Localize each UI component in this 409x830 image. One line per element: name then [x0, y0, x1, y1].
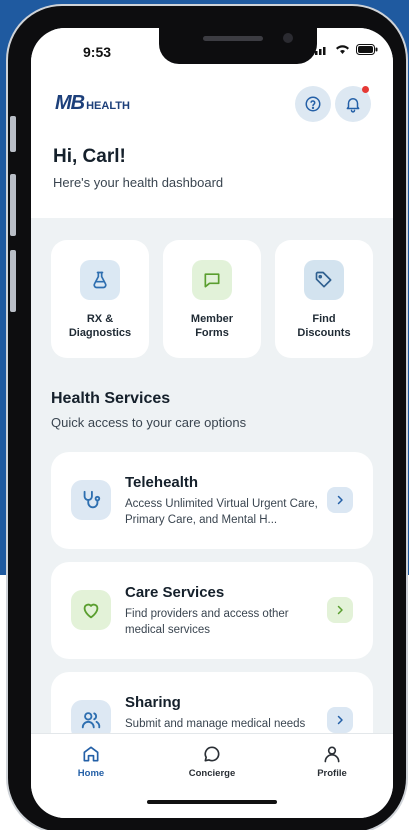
quick-action-label-line: Member [190, 313, 234, 325]
help-button[interactable] [295, 86, 331, 122]
home-indicator [147, 800, 277, 804]
notification-badge [362, 86, 369, 93]
section-subtitle: Quick access to your care options [51, 415, 247, 430]
battery-icon [356, 44, 378, 55]
notifications-button[interactable] [335, 86, 371, 122]
service-title: Sharing [125, 694, 181, 711]
quick-action-rx-diagnostics[interactable]: RX & Diagnostics [51, 240, 149, 358]
status-icons [315, 44, 378, 55]
service-description: Submit and manage medical needs [125, 718, 306, 730]
tag-icon [315, 271, 332, 288]
signal-icon [315, 46, 326, 55]
quick-action-member-forms[interactable]: Member Forms [163, 240, 261, 358]
front-camera [283, 33, 293, 43]
heart-icon [83, 603, 99, 619]
tab-label: Home [77, 768, 105, 779]
quick-action-find-discounts[interactable]: Find Discounts [275, 240, 373, 358]
service-description: Find providers and access other medical … [125, 608, 289, 636]
telehealth-go-button[interactable] [327, 487, 353, 513]
user-icon [324, 746, 340, 763]
stethoscope-icon [83, 490, 101, 509]
status-time: 9:53 [83, 44, 112, 60]
logo-mark: MB [55, 92, 85, 114]
quick-action-label-line: Diagnostics [68, 327, 132, 339]
quick-action-icon-bg [304, 260, 344, 300]
quick-action-label: RX & Diagnostics [60, 312, 140, 340]
side-button [10, 116, 16, 152]
service-icon-bg [71, 480, 111, 520]
chevron-right-icon [337, 715, 343, 725]
quick-action-label-line: Find [312, 313, 336, 325]
chevron-right-icon [337, 605, 343, 615]
quick-action-label: Find Discounts [284, 312, 364, 340]
speaker-grille [203, 36, 263, 41]
greeting-title: Hi, Carl! [53, 146, 126, 167]
tab-label: Concierge [188, 768, 236, 779]
quick-action-label-line: RX & [86, 313, 114, 325]
sharing-go-button[interactable] [327, 707, 353, 733]
service-title: Telehealth [125, 474, 199, 491]
tab-concierge[interactable]: Concierge [172, 744, 252, 779]
service-card-telehealth[interactable]: Telehealth Access Unlimited Virtual Urge… [51, 452, 373, 549]
home-icon [83, 746, 99, 762]
flask-icon [93, 271, 107, 289]
message-square-icon [204, 273, 220, 288]
quick-action-label-line: Forms [195, 327, 229, 339]
greeting-subtitle: Here's your health dashboard [53, 175, 224, 190]
service-description: Access Unlimited Virtual Urgent Care, Pr… [125, 498, 318, 526]
quick-action-label-line: Discounts [297, 327, 351, 339]
side-button [10, 174, 16, 236]
wifi-icon [336, 45, 349, 54]
logo-word: HEALTH [86, 99, 130, 112]
tab-home[interactable]: Home [51, 744, 131, 779]
side-button [10, 250, 16, 312]
section-title: Health Services [51, 390, 171, 407]
chevron-right-icon [337, 495, 343, 505]
service-title: Care Services [125, 584, 225, 601]
service-card-care-services[interactable]: Care Services Find providers and access … [51, 562, 373, 659]
quick-action-icon-bg [80, 260, 120, 300]
device-notch [159, 28, 317, 64]
users-icon [81, 712, 101, 729]
bottom-tab-bar: Home Concierge Profile [31, 733, 393, 818]
chat-bubble-icon [204, 746, 220, 762]
tab-label: Profile [317, 768, 347, 779]
bell-icon [346, 98, 360, 113]
service-icon-bg [71, 590, 111, 630]
app-screen: 9:53 MB HEALTH Hi, Carl! Here's your hea… [31, 28, 393, 818]
quick-action-label: Member Forms [172, 312, 252, 340]
care-services-go-button[interactable] [327, 597, 353, 623]
help-circle-icon [305, 96, 321, 112]
quick-action-icon-bg [192, 260, 232, 300]
tab-profile[interactable]: Profile [292, 744, 372, 779]
app-logo: MB HEALTH [55, 92, 130, 115]
